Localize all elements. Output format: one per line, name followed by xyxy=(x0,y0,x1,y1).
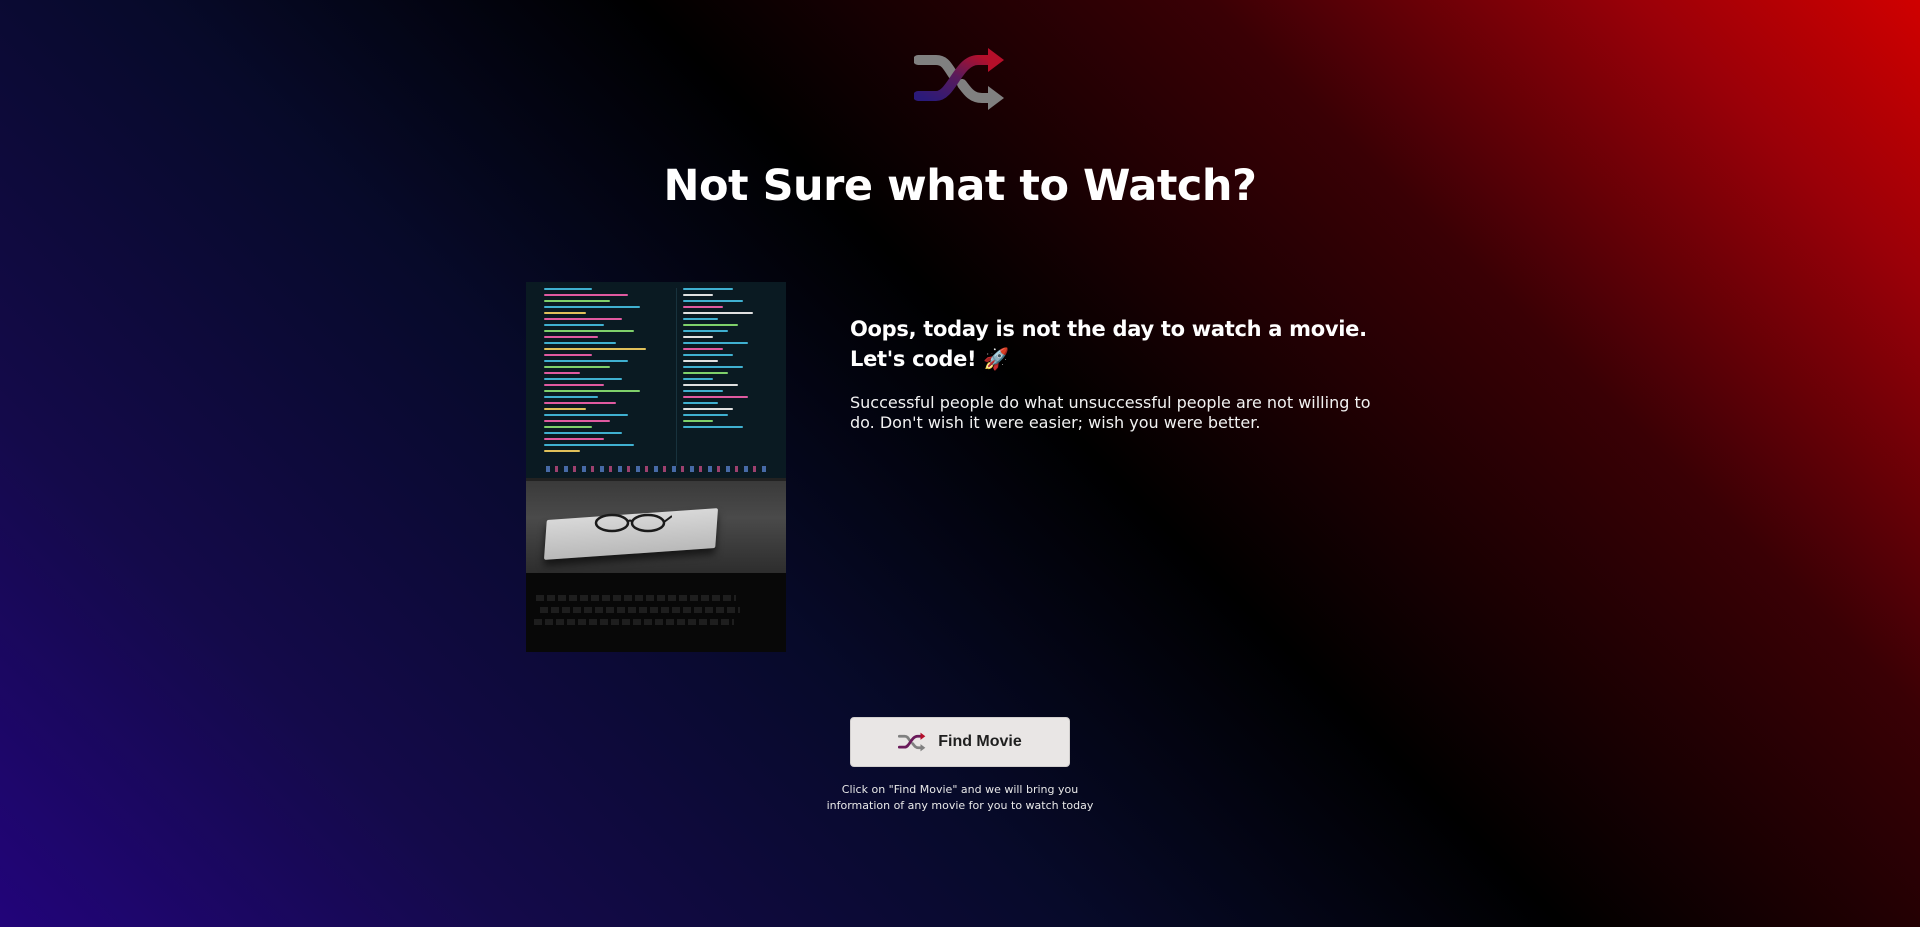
shuffle-icon xyxy=(898,732,926,752)
code-pane-right xyxy=(676,288,783,466)
result-image xyxy=(526,282,786,652)
taskbar xyxy=(546,466,766,472)
glasses-icon xyxy=(594,513,672,533)
find-movie-button[interactable]: Find Movie xyxy=(850,717,1070,767)
result-content: Oops, today is not the day to watch a mo… xyxy=(850,314,1390,433)
result-description: Successful people do what unsuccessful p… xyxy=(850,393,1371,432)
code-pane-left xyxy=(544,288,664,466)
result-title: Oops, today is not the day to watch a mo… xyxy=(850,317,1367,371)
keyboard xyxy=(526,573,786,652)
hint-text: Click on "Find Movie" and we will bring … xyxy=(826,783,1094,812)
shuffle-icon xyxy=(914,48,1004,110)
monitor-code-screen xyxy=(526,282,786,481)
find-movie-button-label: Find Movie xyxy=(938,733,1022,750)
page-title: Not Sure what to Watch? xyxy=(663,161,1257,211)
page: Not Sure what to Watch? Oops, today is n… xyxy=(0,0,1920,927)
